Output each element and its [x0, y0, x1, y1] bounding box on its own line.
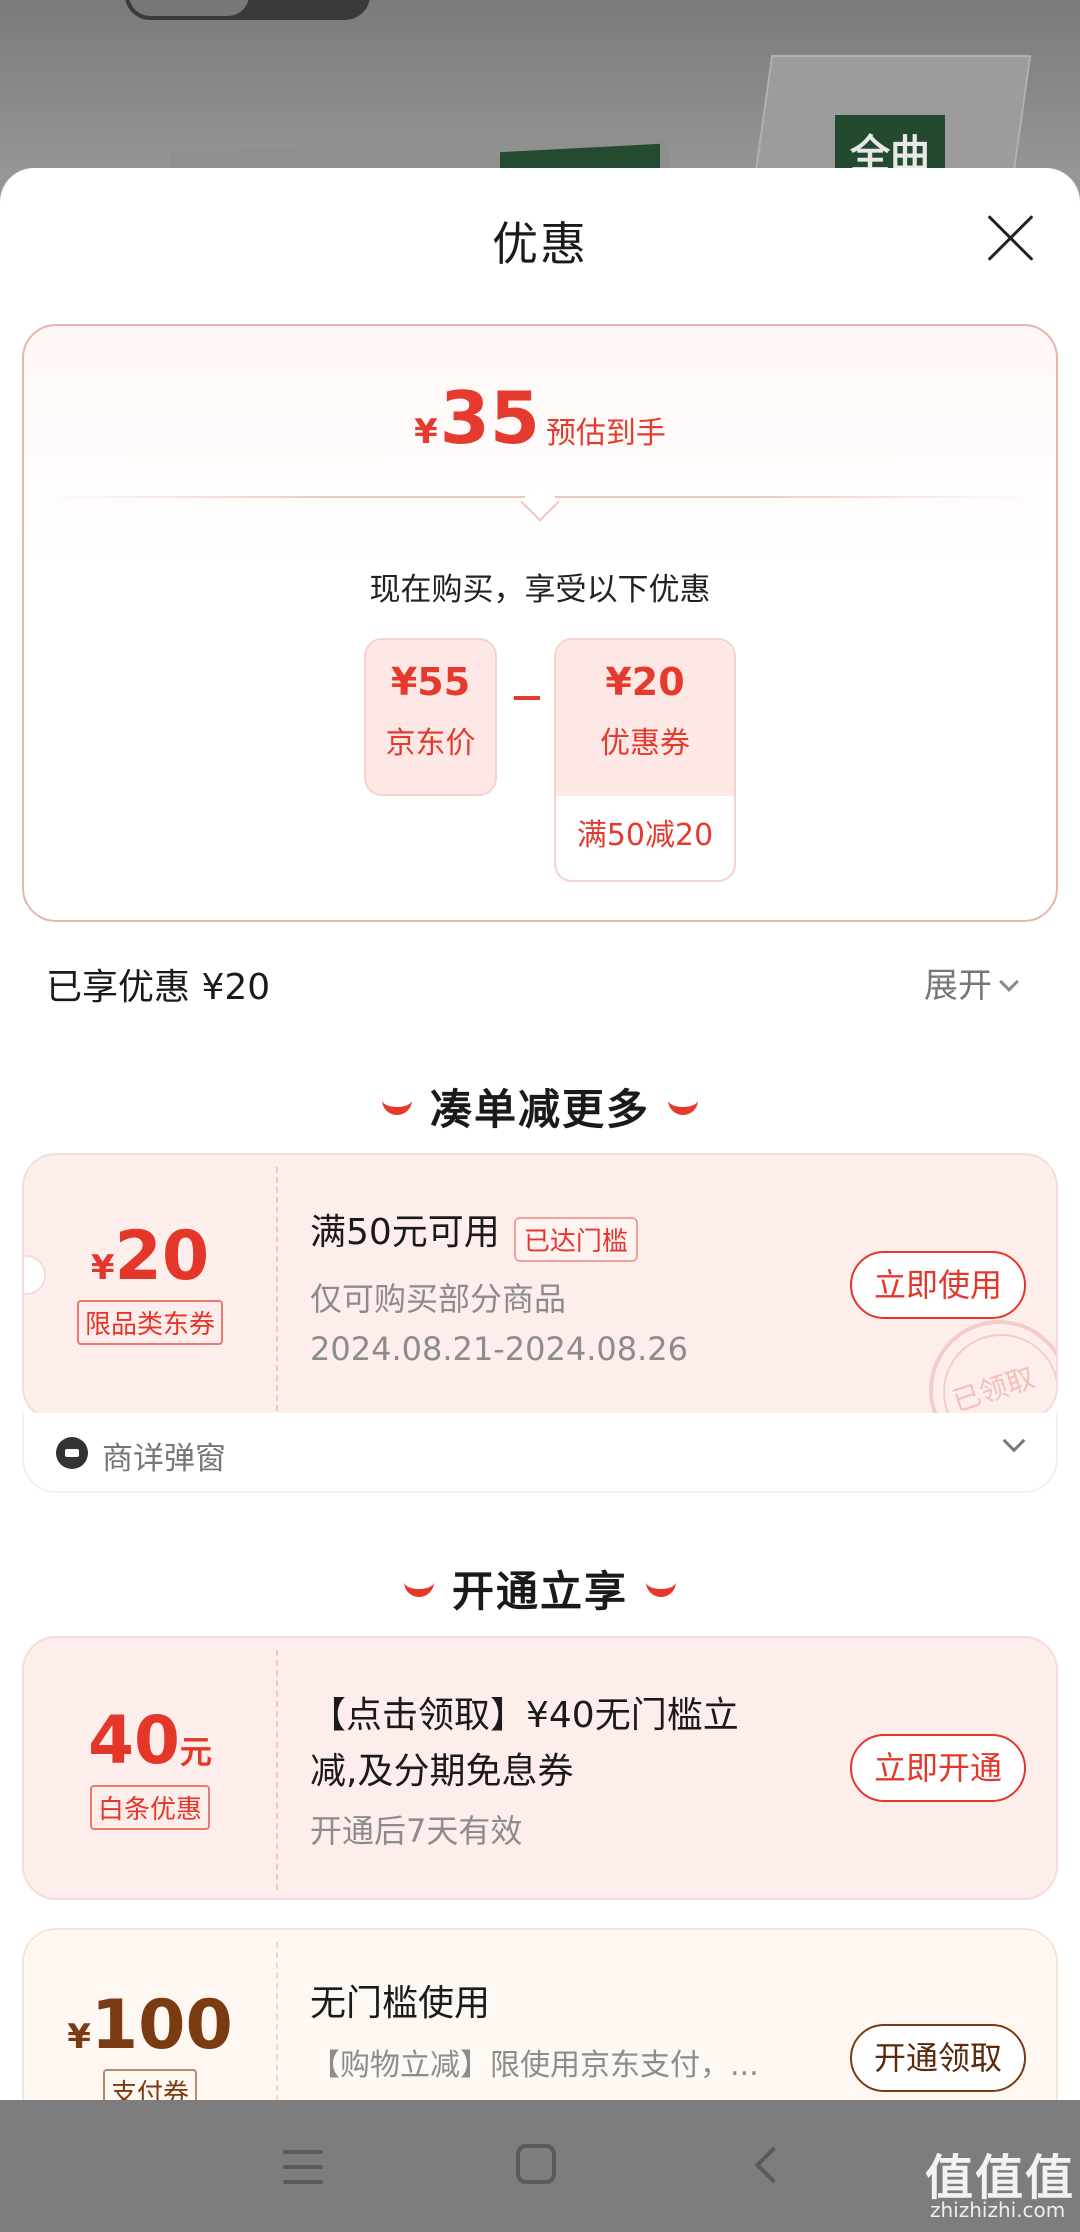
coupon-amount: 100	[90, 1986, 233, 2065]
back-icon[interactable]	[754, 2146, 792, 2184]
coupon-currency: ¥	[67, 2017, 91, 2057]
coupon-currency: ¥	[90, 1248, 115, 1288]
coupon-label: 优惠券	[600, 726, 690, 761]
close-icon[interactable]	[985, 213, 1035, 263]
coupon-footer-text: 商详弹窗	[102, 1441, 226, 1477]
coupon-card-jd: ¥20 限品类东券 满50元可用 已达门槛 仅可购买部分商品 2024.08.21…	[22, 1153, 1058, 1421]
coupon-separator	[276, 1942, 278, 2100]
coupon-title: 无门槛使用	[310, 1983, 491, 2024]
coupon-desc: 【购物立减】限使用京东支付，...	[310, 2048, 759, 2083]
coupon-card-payment: ¥100 支付券 无门槛使用 【购物立减】限使用京东支付，... 开通领取	[22, 1928, 1058, 2100]
enjoyed-discount: 已享优惠 ¥20	[46, 967, 271, 1008]
chevron-down-icon	[1002, 1429, 1026, 1453]
coupon-title: 满50元可用	[310, 1212, 500, 1253]
coupon-type-tag: 支付券	[102, 2069, 197, 2100]
coupon-info: 【点击领取】¥40无门槛立 减,及分期免息券 开通后7天有效	[310, 1686, 739, 1852]
jd-price-label: 京东价	[385, 726, 476, 761]
discount-sheet: 优惠 ¥35 预估到手 现在购买，享受以下优惠 ¥55 京东价 ¥20 优惠券 满…	[0, 168, 1080, 2100]
coupon-left: ¥20 限品类东券	[24, 1217, 276, 1345]
system-nav-bar	[0, 2100, 1080, 2232]
coupon-left: ¥100 支付券	[24, 1986, 276, 2100]
coupon-card-baitiao: 40元 白条优惠 【点击领取】¥40无门槛立 减,及分期免息券 开通后7天有效 …	[22, 1636, 1058, 1900]
coupon-price-box: ¥20 优惠券 满50减20	[554, 638, 736, 882]
claimed-stamp: 已领取	[929, 1320, 1056, 1419]
coupon-left: 40元 白条优惠	[24, 1702, 276, 1830]
activate-claim-button[interactable]: 开通领取	[850, 2024, 1026, 2092]
coupon-title-line1: 【点击领取】¥40无门槛立	[310, 1695, 739, 1736]
menu-icon[interactable]	[283, 2150, 323, 2184]
smile-icon	[668, 1099, 698, 1115]
chevron-down-icon	[999, 972, 1019, 992]
use-now-button[interactable]: 立即使用	[850, 1251, 1026, 1319]
sheet-title: 优惠	[492, 217, 588, 271]
coupon-value: ¥20	[605, 660, 685, 704]
coupon-info: 满50元可用 已达门槛 仅可购买部分商品 2024.08.21-2024.08.2…	[310, 1203, 688, 1368]
coupon-date: 2024.08.21-2024.08.26	[310, 1330, 688, 1368]
coupon-footer[interactable]: 商详弹窗	[22, 1413, 1058, 1493]
ticket-icon	[56, 1437, 88, 1469]
section-title-more: 凑单减更多	[0, 1076, 1080, 1137]
estimated-price-label: 预估到手	[545, 416, 666, 451]
activate-now-button[interactable]: 立即开通	[850, 1734, 1026, 1802]
home-icon[interactable]	[516, 2144, 556, 2184]
section-title-activate: 开通立享	[0, 1558, 1080, 1619]
expand-label: 展开	[924, 966, 992, 1006]
smile-icon	[646, 1581, 676, 1597]
estimated-price-value: 35	[439, 376, 540, 460]
coupon-amount: 20	[114, 1217, 210, 1296]
coupon-type-tag: 限品类东券	[76, 1300, 223, 1345]
coupon-condition: 满50减20	[576, 818, 714, 853]
coupon-info: 无门槛使用 【购物立减】限使用京东支付，...	[310, 1974, 759, 2084]
smile-icon	[403, 1581, 434, 1597]
jd-price-box: ¥55 京东价	[364, 638, 497, 796]
background-tab-pill	[125, 0, 370, 20]
jd-price-value: ¥55	[390, 660, 471, 704]
estimate-card: ¥35 预估到手 现在购买，享受以下优惠 ¥55 京东价 ¥20 优惠券 满50减…	[22, 324, 1058, 922]
section2-title-text: 开通立享	[451, 1567, 628, 1616]
coupon-unit: 元	[179, 1733, 212, 1771]
currency-symbol: ¥	[414, 412, 438, 452]
coupon-desc: 开通后7天有效	[310, 1812, 523, 1850]
coupon-separator	[276, 1650, 278, 1890]
estimate-subtitle: 现在购买，享受以下优惠	[369, 572, 711, 608]
claimed-stamp-text: 已领取	[948, 1360, 1039, 1419]
coupon-desc: 仅可购买部分商品	[310, 1280, 567, 1318]
smile-icon	[381, 1099, 412, 1115]
coupon-separator	[276, 1167, 278, 1411]
coupon-type-tag: 白条优惠	[89, 1785, 210, 1830]
estimated-price: ¥35 预估到手	[24, 376, 1056, 460]
section1-title-text: 凑单减更多	[429, 1085, 650, 1134]
expand-button[interactable]: 展开	[924, 958, 1019, 1007]
minus-sign	[514, 696, 540, 700]
coupon-title-line2: 减,及分期免息券	[310, 1751, 574, 1792]
watermark-url: zhizhizhi.com	[930, 2198, 1066, 2222]
threshold-met-badge: 已达门槛	[513, 1217, 638, 1262]
divider-notch	[520, 482, 560, 522]
coupon-amount: 40	[88, 1702, 180, 1779]
